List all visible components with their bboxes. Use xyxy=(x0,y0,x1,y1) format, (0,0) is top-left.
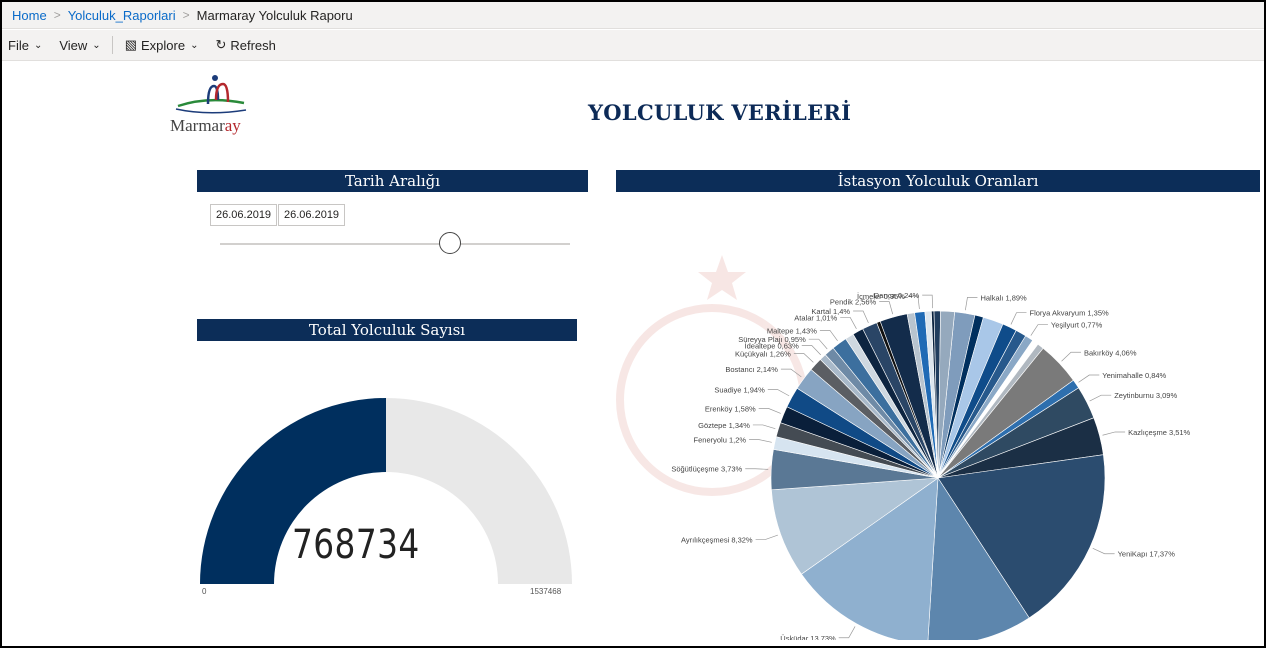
explore-menu-label: Explore xyxy=(140,37,186,53)
pie-label: Göztepe 1,34% xyxy=(698,421,750,430)
pie-leader-line xyxy=(1089,394,1112,402)
pie-leader-line xyxy=(808,338,828,350)
breadcrumb-folder[interactable]: Yolculuk_Raporlari xyxy=(68,8,176,23)
pie-label: Süreyya Plajı 0,95% xyxy=(738,335,806,344)
pie-label: Söğütlüçeşme 3,73% xyxy=(671,465,742,474)
station-ratios-header: İstasyon Yolculuk Oranları xyxy=(616,170,1260,192)
pie-leader-line xyxy=(1030,324,1048,336)
pie-label: Kartal 1,4% xyxy=(811,307,850,316)
pie-label: Kazlıçeşme 3,51% xyxy=(1128,428,1190,437)
file-menu-label: File xyxy=(8,37,29,53)
pie-label: Florya Akvaryum 1,35% xyxy=(1029,309,1109,318)
explore-icon: ▧ xyxy=(124,37,137,52)
station-pie-chart: Halkalı 1,89%Florya Akvaryum 1,35% Yeşily… xyxy=(616,255,1191,640)
pie-leader-line xyxy=(758,408,781,414)
breadcrumb-current: Marmaray Yolculuk Raporu xyxy=(196,7,353,23)
gauge-max-label: 1537468 xyxy=(530,587,562,596)
pie-label: Suadiye 1,94% xyxy=(714,386,765,395)
pie-leader-line xyxy=(801,345,821,356)
pie-label: Küçükyalı 1,26% xyxy=(735,350,791,359)
pie-label: Zeytinburnu 3,09% xyxy=(1114,391,1177,400)
date-range-header: Tarih Aralığı xyxy=(197,170,588,192)
pie-leader-line xyxy=(840,317,857,330)
pie-label: Darıca 0,24% xyxy=(874,291,920,300)
report-canvas: Marmaray YOLCULUK VERİLERİ Tarih Aralığı… xyxy=(2,62,1264,646)
toolbar-divider xyxy=(111,36,113,54)
logo-text: Marmaray xyxy=(170,116,241,135)
pie-leader-line xyxy=(838,626,856,639)
pie-label: Feneryolu 1,2% xyxy=(694,436,747,445)
breadcrumb-home[interactable]: Home xyxy=(12,8,47,23)
pie-leader-line xyxy=(819,329,838,342)
file-menu-button[interactable]: File ⌄ xyxy=(8,38,42,53)
explore-menu-button[interactable]: ▧ Explore ⌄ xyxy=(125,37,199,53)
refresh-label: Refresh xyxy=(230,37,276,53)
page-title: YOLCULUK VERİLERİ xyxy=(588,100,852,125)
gauge-min-label: 0 xyxy=(202,587,207,596)
chevron-down-icon: ⌄ xyxy=(190,39,199,51)
end-date-input[interactable]: 26.06.2019 xyxy=(278,204,346,226)
pie-leader-line xyxy=(1092,548,1115,555)
view-menu-button[interactable]: View ⌄ xyxy=(59,38,100,53)
pie-leader-line xyxy=(965,297,978,311)
breadcrumb: Home > Yolculuk_Raporlari > Marmaray Yol… xyxy=(2,2,1264,29)
pie-label: Üsküdar 13,73% xyxy=(780,634,836,640)
pie-label: Bostancı 2,14% xyxy=(725,365,778,374)
pie-label: Ayrılıkçeşmesi 8,32% xyxy=(681,535,753,544)
toolbar: File ⌄ View ⌄ ▧ Explore ⌄ ↻ Refresh xyxy=(2,30,1264,61)
pie-leader-line xyxy=(853,310,869,324)
pie-leader-line xyxy=(1061,351,1081,362)
pie-label: YeniKapı 17,37% xyxy=(1118,550,1176,559)
pie-label: Bakırköy 4,06% xyxy=(1084,348,1137,357)
pie-leader-line xyxy=(755,534,778,540)
pie-leader-line xyxy=(879,301,894,315)
chevron-right-icon: > xyxy=(53,8,61,22)
chevron-right-icon: > xyxy=(182,8,190,22)
pie-leader-line xyxy=(767,389,790,397)
pie-label: Halkalı 1,89% xyxy=(980,293,1027,302)
pie-label: Yenimahalle 0,84% xyxy=(1102,371,1166,380)
refresh-button[interactable]: ↻ Refresh xyxy=(215,37,275,53)
date-slider-handle[interactable] xyxy=(439,232,461,254)
date-slider-track[interactable] xyxy=(220,243,570,245)
chevron-down-icon: ⌄ xyxy=(33,39,43,51)
pie-label: Maltepe 1,43% xyxy=(767,326,817,335)
refresh-icon: ↻ xyxy=(215,37,227,52)
chevron-down-icon: ⌄ xyxy=(92,39,101,51)
pie-leader-line xyxy=(1010,312,1027,325)
pie-leader-line xyxy=(922,294,933,309)
pie-leader-line xyxy=(749,439,772,443)
total-trips-value: 768734 xyxy=(292,522,420,568)
pie-leader-line xyxy=(745,468,769,470)
pie-label: Erenköy 1,58% xyxy=(705,405,756,414)
pie-label: Yeşilyurt 0,77% xyxy=(1051,321,1103,330)
view-menu-label: View xyxy=(59,37,88,53)
total-trips-header: Total Yolculuk Sayısı xyxy=(197,319,577,341)
pie-leader-line xyxy=(1078,374,1100,383)
start-date-input[interactable]: 26.06.2019 xyxy=(210,204,278,226)
pie-leader-line xyxy=(1102,431,1126,436)
pie-leader-line xyxy=(752,424,776,430)
